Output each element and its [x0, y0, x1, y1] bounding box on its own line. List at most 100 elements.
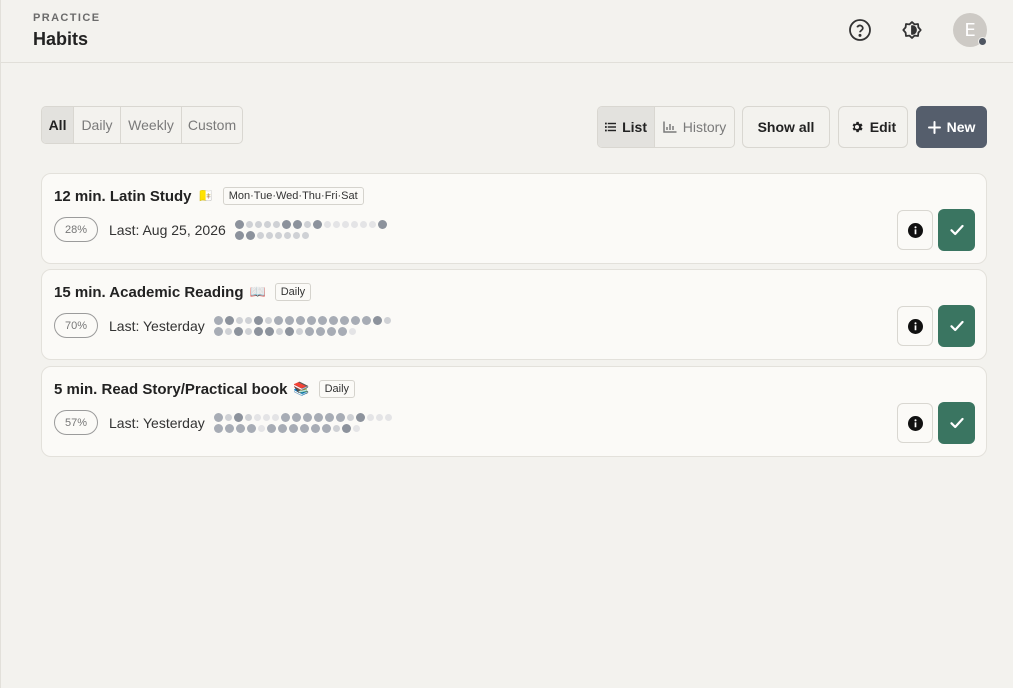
habit-card: 5 min. Read Story/Practical book 📚 Daily…	[41, 366, 987, 457]
history-dot	[257, 232, 264, 239]
habit-title-row: 12 min. Latin Study 🇻🇦 Mon·Tue·Wed·Thu·F…	[54, 186, 364, 206]
history-dot	[265, 317, 272, 324]
history-dot	[289, 424, 298, 433]
help-icon[interactable]	[847, 17, 873, 43]
list-icon	[605, 122, 617, 132]
new-habit-button[interactable]: New	[916, 106, 987, 148]
history-dot	[246, 221, 253, 228]
history-dot	[333, 425, 340, 432]
view-toggle: List History	[597, 106, 735, 148]
history-dot-row	[235, 231, 387, 240]
history-dot	[214, 327, 223, 336]
history-dot	[303, 413, 312, 422]
complete-button[interactable]	[938, 402, 975, 444]
history-dot	[235, 231, 244, 240]
view-tab-list[interactable]: List	[598, 107, 655, 147]
history-dot	[307, 316, 316, 325]
info-button[interactable]	[897, 210, 933, 250]
history-dot	[296, 328, 303, 335]
history-dot	[333, 221, 340, 228]
history-dot	[225, 424, 234, 433]
history-dot	[311, 424, 320, 433]
history-dot	[373, 316, 382, 325]
history-dot	[234, 327, 243, 336]
user-avatar[interactable]: E	[953, 13, 987, 47]
history-dot	[353, 425, 360, 432]
history-dot	[276, 328, 283, 335]
info-button[interactable]	[897, 403, 933, 443]
history-dot	[327, 327, 336, 336]
history-dot	[340, 316, 349, 325]
last-completed: Last: Yesterday	[109, 318, 205, 334]
history-dot	[305, 327, 314, 336]
history-dot	[225, 414, 232, 421]
history-dot	[285, 327, 294, 336]
history-dot-row	[214, 316, 391, 325]
new-label: New	[946, 119, 976, 135]
history-dot	[236, 424, 245, 433]
frequency-badge: Daily	[318, 380, 356, 398]
history-dot-row	[214, 327, 391, 336]
history-dot	[385, 414, 392, 421]
history-dot	[338, 327, 347, 336]
frequency-badge: Mon·Tue·Wed·Thu·Fri·Sat	[222, 187, 364, 205]
view-tab-history[interactable]: History	[655, 107, 734, 147]
habit-name: 12 min. Latin Study	[54, 187, 192, 205]
theme-toggle-icon[interactable]	[899, 17, 925, 43]
status-dot	[978, 37, 987, 46]
history-dot	[329, 316, 338, 325]
history-dot	[267, 424, 276, 433]
filter-tab-all[interactable]: All	[42, 107, 74, 143]
history-dot	[275, 232, 282, 239]
history-dot	[342, 221, 349, 228]
completion-badge: 57%	[54, 410, 98, 435]
chart-icon	[662, 121, 677, 133]
history-dot	[362, 316, 371, 325]
history-dot	[258, 425, 265, 432]
book-icon: 📖	[249, 284, 266, 300]
frequency-filter: All Daily Weekly Custom	[41, 106, 243, 144]
history-dot	[296, 316, 305, 325]
info-icon	[907, 415, 923, 431]
history-dot-row	[235, 220, 387, 229]
history-dot	[264, 221, 271, 228]
frequency-badge: Daily	[274, 283, 312, 301]
history-dot	[247, 424, 256, 433]
history-dot	[265, 327, 274, 336]
check-icon	[949, 224, 964, 236]
gear-icon	[852, 121, 863, 133]
complete-button[interactable]	[938, 209, 975, 251]
history-dot	[360, 221, 367, 228]
habit-title-row: 5 min. Read Story/Practical book 📚 Daily	[54, 379, 356, 399]
page-edge	[0, 0, 1, 688]
complete-button[interactable]	[938, 305, 975, 347]
section-eyebrow: PRACTICE	[33, 12, 101, 24]
filter-tab-weekly[interactable]: Weekly	[121, 107, 182, 143]
habit-name: 5 min. Read Story/Practical book	[54, 380, 288, 398]
history-dot	[285, 316, 294, 325]
check-icon	[949, 320, 964, 332]
view-history-label: History	[682, 119, 727, 135]
filter-tab-daily[interactable]: Daily	[74, 107, 121, 143]
completion-badge: 70%	[54, 313, 98, 338]
history-dot	[314, 413, 323, 422]
edit-button[interactable]: Edit	[838, 106, 908, 148]
edit-label: Edit	[869, 119, 897, 135]
history-dot	[235, 220, 244, 229]
history-dot	[384, 317, 391, 324]
show-all-button[interactable]: Show all	[742, 106, 830, 148]
history-dot	[284, 232, 291, 239]
history-dot	[214, 424, 223, 433]
history-dot	[274, 316, 283, 325]
history-dot	[234, 413, 243, 422]
history-dot	[349, 328, 356, 335]
info-button[interactable]	[897, 306, 933, 346]
history-dot	[324, 221, 331, 228]
history-dot	[293, 232, 300, 239]
show-all-label: Show all	[757, 119, 815, 135]
info-icon	[907, 318, 923, 334]
history-dot	[245, 317, 252, 324]
filter-tab-custom[interactable]: Custom	[182, 107, 242, 143]
history-dot	[347, 414, 354, 421]
plus-icon	[927, 120, 941, 134]
